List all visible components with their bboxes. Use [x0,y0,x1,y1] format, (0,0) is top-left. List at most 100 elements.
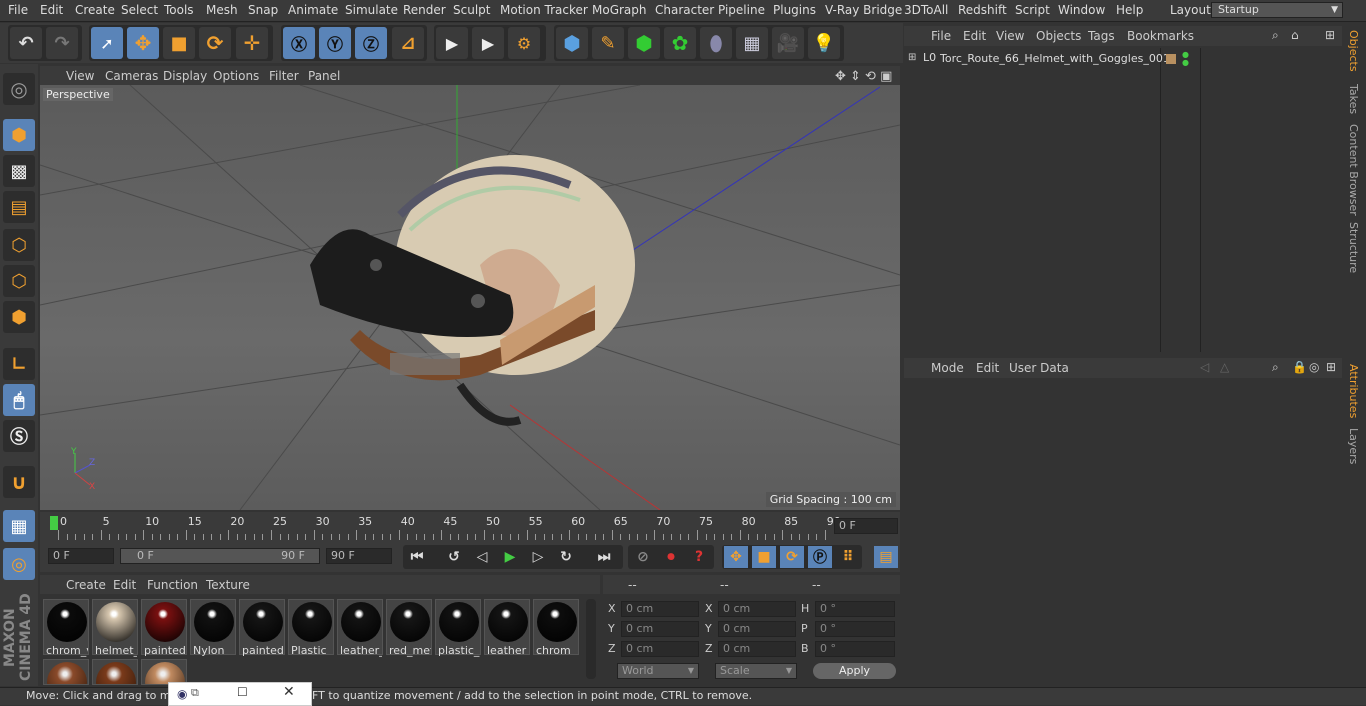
menu-animate[interactable]: Animate [288,3,338,17]
coordinate-system-icon[interactable]: ⊿ [392,27,424,59]
material-swatch[interactable]: plastic_l [435,599,481,657]
material-swatch[interactable]: leather [484,599,530,657]
mat-menu-function[interactable]: Function [147,578,198,592]
vp-menu-panel[interactable]: Panel [308,69,340,83]
menu-snap[interactable]: Snap [248,3,278,17]
expand-toggle-icon[interactable]: ⊞ [908,52,916,63]
attr-menu-edit[interactable]: Edit [976,361,999,375]
edges-mode-icon[interactable]: ⬡ [3,265,35,297]
next-frame-icon[interactable]: ▷ [526,546,550,568]
record-keys-icon[interactable]: ⊘ [631,546,655,568]
transform-icon[interactable]: ✛ [236,27,268,59]
redo-icon[interactable]: ↷ [46,27,78,59]
play-icon[interactable]: ▶ [498,546,522,568]
rotate-icon[interactable]: ⟳ [199,27,231,59]
timeline-ruler[interactable]: 051015202530354045505560657075808590 0 F [40,512,900,542]
scale-icon[interactable]: ■ [163,27,195,59]
tweak-mode-icon[interactable]: 🖱 [3,384,35,416]
magnet-icon[interactable]: ∪ [3,466,35,498]
attr-menu-mode[interactable]: Mode [931,361,964,375]
end-frame-field[interactable]: 90 F [326,548,392,564]
viewport-nav-icon[interactable]: ✥ ⇕ ⟲ ▣ [835,69,892,84]
menu-redshift[interactable]: Redshift [958,3,1007,17]
coord-value-field[interactable]: 0 cm [621,621,699,637]
coord-value-field[interactable]: 0 ° [815,641,895,657]
next-key-icon[interactable]: ↻ [554,546,578,568]
viewport-solo-icon[interactable]: ◎ [3,73,35,105]
tab-content-browser[interactable]: Content Browser [1347,124,1360,216]
coord-scale-select[interactable]: Scale ▼ [715,663,797,679]
obj-menu-file[interactable]: File [931,29,951,43]
coord-world-select[interactable]: World ▼ [617,663,699,679]
render-picture-viewer-icon[interactable]: ▶ [472,27,504,59]
tab-takes[interactable]: Takes [1347,84,1360,114]
menu-mesh[interactable]: Mesh [206,3,238,17]
visibility-dots-icon[interactable]: ● ● [1182,51,1189,67]
model-mode-icon[interactable]: ⬢ [3,119,35,151]
move-icon[interactable]: ✥ [127,27,159,59]
vp-menu-view[interactable]: View [66,69,94,83]
obj-menu-tags[interactable]: Tags [1088,29,1115,43]
tab-structure[interactable]: Structure [1347,222,1360,273]
layout-select[interactable]: Startup ▼ [1211,2,1343,18]
material-scrollbar[interactable] [586,599,596,679]
material-swatch[interactable]: red_met [386,599,432,657]
menu-script[interactable]: Script [1015,3,1050,17]
coord-value-field[interactable]: 0 ° [815,621,895,637]
material-swatch[interactable]: chrom [533,599,579,657]
goto-end-icon[interactable]: ⏭ [592,546,616,568]
target-icon[interactable]: ◎ [1309,360,1319,374]
lock-icon[interactable]: 🔒 [1292,360,1307,374]
menu-edit[interactable]: Edit [40,3,63,17]
axis-mode-icon[interactable]: ∟ [3,348,35,380]
timeline-window-icon[interactable]: ▤ [874,546,898,568]
key-rotation-icon[interactable]: ⟳ [780,546,804,568]
close-icon[interactable]: ✕ [283,684,295,700]
workplane-mode-icon[interactable]: ▤ [3,191,35,223]
nav-up-icon[interactable]: △ [1220,360,1229,374]
texture-mode-icon[interactable]: ▩ [3,155,35,187]
coord-value-field[interactable]: 0 cm [718,641,796,657]
locked-workplane-icon[interactable]: ◎ [3,548,35,580]
menu-motion-tracker[interactable]: Motion Tracker [500,3,588,17]
coord-value-field[interactable]: 0 cm [621,601,699,617]
material-swatch[interactable]: painted [141,599,187,657]
workplane-lock-icon[interactable]: ▦ [3,510,35,542]
maximize-icon[interactable]: ☐ [237,685,248,699]
mat-menu-create[interactable]: Create [66,578,106,592]
material-swatch[interactable]: Nylon [190,599,236,657]
coord-value-field[interactable]: 0 cm [718,621,796,637]
goto-start-icon[interactable]: ⏮ [405,546,429,568]
snapping-icon[interactable]: Ⓢ [3,420,35,452]
menu-window[interactable]: Window [1058,3,1105,17]
object-row[interactable]: ⊞ L0 Torc_Route_66_Helmet_with_Goggles_0… [904,51,1170,69]
keyframe-selection-icon[interactable]: ? [687,546,711,568]
key-scale-icon[interactable]: ■ [752,546,776,568]
undo-icon[interactable]: ↶ [10,27,42,59]
expand-icon[interactable]: ⊞ [1325,28,1335,42]
coord-value-field[interactable]: 0 cm [621,641,699,657]
material-swatch[interactable]: painted [239,599,285,657]
vp-menu-options[interactable]: Options [213,69,259,83]
playhead[interactable] [50,516,58,530]
key-position-icon[interactable]: ✥ [724,546,748,568]
current-frame-field[interactable]: 0 F [834,518,898,534]
z-axis-icon[interactable]: Ⓩ [355,27,387,59]
y-axis-icon[interactable]: Ⓨ [319,27,351,59]
material-swatch[interactable] [92,659,138,685]
light-icon[interactable]: 💡 [808,27,840,59]
menu-help[interactable]: Help [1116,3,1143,17]
obj-menu-bookmarks[interactable]: Bookmarks [1127,29,1194,43]
frame-range-slider[interactable]: 0 F 90 F [120,548,320,564]
menu-character[interactable]: Character [655,3,714,17]
menu-plugins[interactable]: Plugins [773,3,816,17]
nav-back-icon[interactable]: ◁ [1200,360,1209,374]
search-icon[interactable]: ⌕ [1272,360,1279,375]
live-selection-icon[interactable]: ➚ [91,27,123,59]
obj-menu-objects[interactable]: Objects [1036,29,1081,43]
prev-key-icon[interactable]: ↺ [442,546,466,568]
x-axis-icon[interactable]: Ⓧ [283,27,315,59]
autokey-icon[interactable]: ⏺ [659,546,683,568]
key-pla-icon[interactable]: ⠿ [836,546,860,568]
deformer-icon[interactable]: ⬮ [700,27,732,59]
